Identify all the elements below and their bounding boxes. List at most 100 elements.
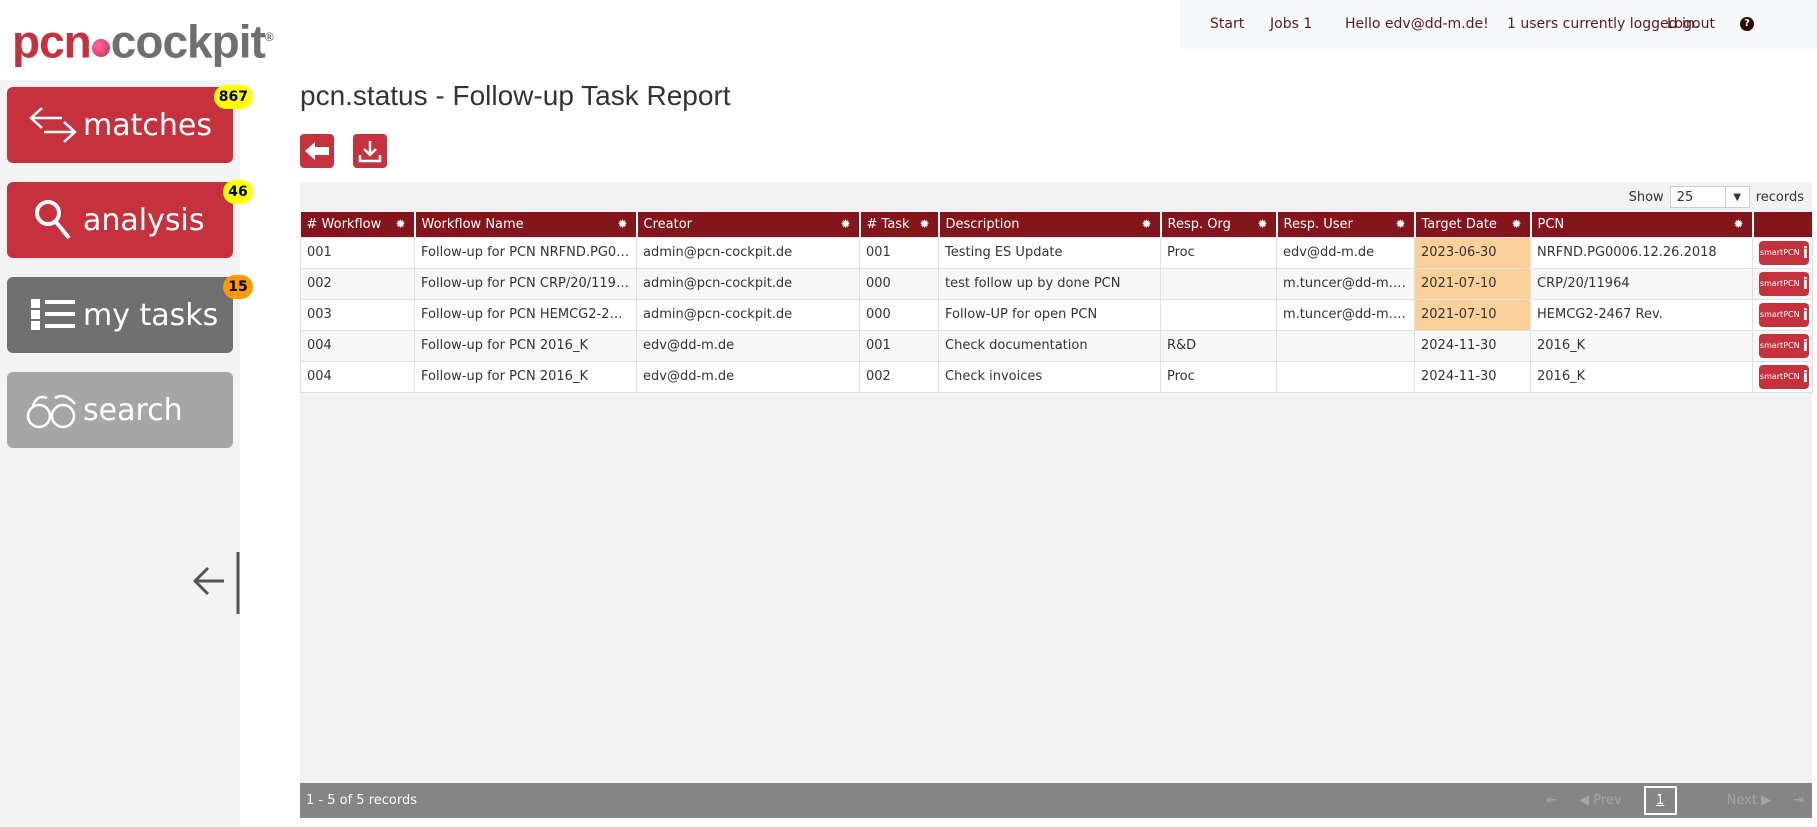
last-page-icon[interactable]: ⇥: [1793, 793, 1804, 808]
tasks-count-badge: 15: [223, 275, 253, 299]
cell-date: 2023-06-30: [1414, 236, 1531, 269]
back-button[interactable]: [300, 134, 334, 168]
collapse-sidebar-button[interactable]: [190, 550, 240, 614]
cell-date: 2024-11-30: [1414, 329, 1531, 362]
cell-desc: test follow up by done PCN: [938, 267, 1161, 300]
cell-workflow: 001: [300, 236, 415, 269]
cell-task: 002: [859, 360, 939, 393]
column-header[interactable]: PCN ✹: [1530, 212, 1754, 237]
cell-name: Follow-up for PCN HEMCG2-2467 R...: [414, 298, 637, 331]
cell-name: Follow-up for PCN CRP/20/11964: [414, 267, 637, 300]
column-header[interactable]: Creator ✹: [636, 212, 861, 237]
column-settings-gear-icon[interactable]: ✹: [1511, 217, 1521, 231]
column-header[interactable]: Resp. Org ✹: [1160, 212, 1278, 237]
cell-task: 000: [859, 267, 939, 300]
records-summary: 1 - 5 of 5 records: [306, 793, 417, 808]
report-grid: Show 25 ▼ records # Workflow ✹ Workflow Nam…: [300, 182, 1814, 818]
page-title: pcn.status - Follow-up Task Report: [300, 80, 731, 111]
page-size-control: Show 25 ▼ records: [1629, 186, 1804, 208]
prev-page-button[interactable]: ◀ Prev: [1579, 793, 1622, 808]
column-header[interactable]: # Workflow ✹: [300, 212, 416, 237]
first-page-icon[interactable]: ⇤: [1546, 793, 1557, 808]
table-row[interactable]: 002 Follow-up for PCN CRP/20/11964 admin@p…: [300, 267, 1813, 300]
column-header[interactable]: Workflow Name ✹: [414, 212, 638, 237]
cell-user: m.tuncer@dd-m.de: [1276, 267, 1415, 300]
sidebar-item-analysis[interactable]: analysis 46: [7, 180, 253, 258]
table-row[interactable]: 004 Follow-up for PCN 2016_K edv@dd-m.de 00…: [300, 360, 1813, 393]
column-settings-gear-icon[interactable]: ✹: [1733, 217, 1743, 231]
cell-task: 001: [859, 236, 939, 269]
cell-name: Follow-up for PCN 2016_K: [414, 329, 637, 362]
cell-desc: Check documentation: [938, 329, 1161, 362]
user-greeting: Hello edv@dd-m.de!: [1345, 16, 1489, 32]
cell-creator: admin@pcn-cockpit.de: [636, 236, 860, 269]
sidebar-item-my-tasks[interactable]: my tasks 15: [7, 275, 253, 353]
grid-footer: 1 - 5 of 5 records ⇤ ◀ Prev 1 Next ▶ ⇥: [300, 783, 1812, 818]
nav-start[interactable]: Start: [1210, 16, 1244, 32]
cell-name: Follow-up for PCN NRFND.PG0006.1...: [414, 236, 637, 269]
current-page[interactable]: 1: [1643, 786, 1677, 815]
cell-workflow: 004: [300, 329, 415, 362]
column-settings-gear-icon[interactable]: ✹: [1141, 217, 1151, 231]
smartpcn-info-button[interactable]: smartPCN i: [1759, 302, 1809, 327]
pcn-cockpit-logo[interactable]: pcn cockpit®: [12, 12, 274, 66]
column-header[interactable]: Target Date ✹: [1414, 212, 1532, 237]
table-row[interactable]: 003 Follow-up for PCN HEMCG2-2467 R... adm…: [300, 298, 1813, 331]
column-settings-gear-icon[interactable]: ✹: [1395, 217, 1405, 231]
matches-count-badge: 867: [213, 85, 253, 109]
smartpcn-info-button[interactable]: smartPCN i: [1759, 364, 1809, 389]
info-icon: i: [1802, 305, 1809, 324]
column-settings-gear-icon[interactable]: ✹: [840, 217, 850, 231]
table-row[interactable]: 004 Follow-up for PCN 2016_K edv@dd-m.de 00…: [300, 329, 1813, 362]
analysis-count-badge: 46: [223, 180, 253, 204]
task-table: # Workflow ✹ Workflow Name ✹ Creator ✹ # Task ✹…: [300, 212, 1814, 393]
list-icon: [23, 299, 83, 331]
nav-logout[interactable]: Logout: [1667, 16, 1715, 32]
column-header[interactable]: Resp. User ✹: [1276, 212, 1416, 237]
info-icon: i: [1802, 336, 1809, 355]
cell-desc: Check invoices: [938, 360, 1161, 393]
swap-arrows-icon: [23, 105, 83, 145]
sidebar: matches 867 analysis 46 my tasks 15 sear…: [0, 80, 253, 827]
cell-workflow: 004: [300, 360, 415, 393]
pagination: ⇤ ◀ Prev 1 Next ▶ ⇥: [1546, 783, 1812, 818]
cell-user: m.tuncer@dd-m.de: [1276, 298, 1415, 331]
cell-org: Proc: [1160, 236, 1277, 269]
binoculars-icon: [23, 390, 83, 430]
globe-icon: [91, 39, 110, 58]
cell-user: [1276, 360, 1415, 393]
cell-creator: edv@dd-m.de: [636, 360, 860, 393]
cell-desc: Testing ES Update: [938, 236, 1161, 269]
next-page-button[interactable]: Next ▶: [1727, 793, 1771, 808]
cell-task: 000: [859, 298, 939, 331]
sidebar-item-search[interactable]: search: [7, 372, 233, 448]
cell-pcn: 2016_K: [1530, 360, 1753, 393]
cell-org: R&D: [1160, 329, 1277, 362]
info-icon: i: [1802, 243, 1809, 262]
column-header[interactable]: # Task ✹: [859, 212, 940, 237]
cell-creator: edv@dd-m.de: [636, 329, 860, 362]
cell-org: [1160, 298, 1277, 331]
cell-pcn: 2016_K: [1530, 329, 1753, 362]
nav-jobs[interactable]: Jobs 1: [1270, 16, 1312, 32]
cell-task: 001: [859, 329, 939, 362]
table-row[interactable]: 001Follow-up for PCN NRFND.PG0006.1...ad…: [300, 236, 1813, 269]
cell-desc: Follow-UP for open PCN: [938, 298, 1161, 331]
smartpcn-info-button[interactable]: smartPCN i: [1759, 271, 1809, 296]
page-size-select[interactable]: 25 ▼: [1669, 186, 1750, 208]
top-nav: Start Jobs 1 Hello edv@dd-m.de! 1 users …: [1180, 0, 1817, 49]
column-settings-gear-icon[interactable]: ✹: [919, 217, 929, 231]
cell-org: Proc: [1160, 360, 1277, 393]
help-icon[interactable]: ?: [1740, 17, 1754, 31]
download-button[interactable]: [353, 134, 387, 168]
cell-name: Follow-up for PCN 2016_K: [414, 360, 637, 393]
column-settings-gear-icon[interactable]: ✹: [617, 217, 627, 231]
cell-org: [1160, 267, 1277, 300]
column-header[interactable]: Description ✹: [938, 212, 1162, 237]
smartpcn-info-button[interactable]: smartPCN i: [1759, 333, 1809, 358]
column-settings-gear-icon[interactable]: ✹: [395, 217, 405, 231]
cell-date: 2021-07-10: [1414, 298, 1531, 331]
column-settings-gear-icon[interactable]: ✹: [1257, 217, 1267, 231]
smartpcn-info-button[interactable]: smartPCN i: [1759, 240, 1809, 265]
sidebar-item-matches[interactable]: matches 867: [7, 85, 253, 163]
